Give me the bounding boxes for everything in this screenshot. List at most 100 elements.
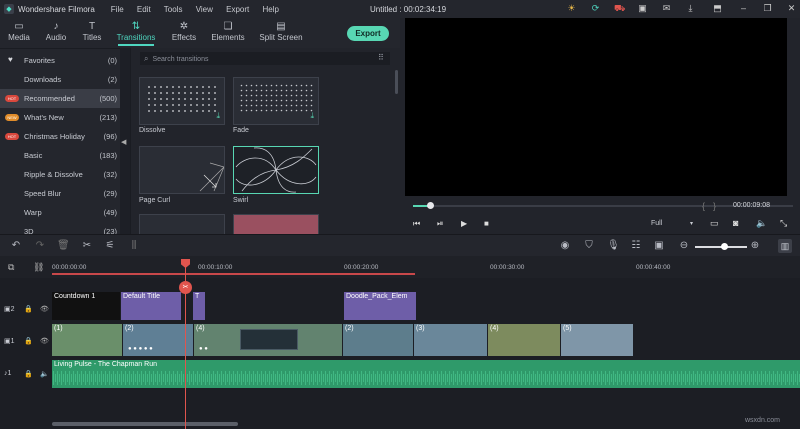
- tips-bulb-icon[interactable]: ☀: [566, 3, 577, 14]
- playhead-scissors-icon[interactable]: ✂: [179, 281, 192, 294]
- clip-audio[interactable]: Living Pulse - The Chapman Run: [52, 360, 800, 388]
- speaker-icon[interactable]: 🔈: [40, 370, 49, 378]
- category-favorites[interactable]: ♥ Favorites (0): [0, 51, 120, 70]
- tab-media[interactable]: ▭ Media: [0, 18, 38, 48]
- category-recommended[interactable]: HOT Recommended (500): [0, 89, 120, 108]
- tab-transitions[interactable]: ⇅ Transitions: [110, 18, 162, 48]
- category-christmas-holiday[interactable]: HOT Christmas Holiday (96): [0, 127, 120, 146]
- delete-icon[interactable]: 🗑: [57, 240, 70, 251]
- transition-thumb-page-curl[interactable]: [139, 146, 225, 194]
- tab-elements[interactable]: ❏ Elements: [206, 18, 250, 48]
- new-badge: NEW: [5, 114, 19, 121]
- mark-in-icon[interactable]: {: [702, 201, 705, 211]
- voiceover-list-icon[interactable]: ☷: [630, 240, 642, 251]
- category-ripple-dissolve[interactable]: Ripple & Dissolve (32): [0, 165, 120, 184]
- message-icon[interactable]: ✉: [661, 3, 672, 14]
- stop-icon[interactable]: ■: [484, 219, 489, 228]
- clip-video-4b[interactable]: (4): [488, 324, 560, 356]
- transition-thumb-partial-1[interactable]: [139, 214, 225, 234]
- transition-thumb-swirl[interactable]: [233, 146, 319, 194]
- mark-out-icon[interactable]: }: [713, 201, 716, 211]
- split-view-icon[interactable]: ▣: [653, 240, 665, 251]
- fullscreen-icon[interactable]: ⤡: [780, 218, 787, 229]
- clip-doodle-pack[interactable]: Doodle_Pack_Elem: [344, 292, 416, 320]
- zoom-slider-handle[interactable]: [721, 243, 728, 250]
- eye-icon[interactable]: 👁: [40, 337, 49, 345]
- tab-split-screen[interactable]: ▤ Split Screen: [250, 18, 312, 48]
- link-icon[interactable]: ⛓: [33, 262, 44, 273]
- watermark-text: wsxdn.com: [745, 417, 781, 424]
- render-icon[interactable]: ◉: [559, 240, 571, 251]
- prev-frame-icon[interactable]: ⏮: [413, 219, 420, 229]
- category-speed-blur[interactable]: Speed Blur (29): [0, 184, 120, 203]
- menu-view[interactable]: View: [196, 5, 213, 14]
- clip-countdown[interactable]: Countdown 1: [52, 292, 120, 320]
- chevron-down-icon[interactable]: ▾: [690, 220, 693, 227]
- category-basic[interactable]: Basic (183): [0, 146, 120, 165]
- lock-icon[interactable]: 🔒: [24, 337, 33, 345]
- undo-icon[interactable]: ↶: [10, 240, 22, 251]
- download-icon[interactable]: ⤓: [216, 111, 220, 121]
- cart-icon[interactable]: ⛟: [614, 3, 625, 14]
- close-icon[interactable]: ✕: [786, 3, 797, 14]
- clip-video-5[interactable]: (5): [561, 324, 633, 356]
- transition-thumb-partial-2[interactable]: [233, 214, 319, 234]
- transition-thumb-fade[interactable]: ⤓: [233, 77, 319, 125]
- tab-audio[interactable]: ♪ Audio: [38, 18, 74, 48]
- playback-slider-handle[interactable]: [427, 202, 434, 209]
- zoom-out-icon[interactable]: ⊖: [678, 240, 690, 251]
- audio-detach-icon[interactable]: ⫼: [128, 240, 140, 251]
- transition-swirl-on-track[interactable]: [240, 329, 298, 350]
- category-warp[interactable]: Warp (49): [0, 203, 120, 222]
- play-reverse-icon[interactable]: ⏯: [437, 219, 443, 229]
- lock-icon[interactable]: 🔒: [24, 305, 33, 313]
- transition-thumb-dissolve[interactable]: ⤓: [139, 77, 225, 125]
- grid-view-icon[interactable]: ⠿: [378, 53, 384, 62]
- microphone-icon[interactable]: 🎙: [607, 240, 620, 251]
- download-icon[interactable]: ⤓: [685, 3, 696, 14]
- import-icon[interactable]: ⬒: [712, 3, 723, 14]
- collapse-panel-arrow-icon[interactable]: ◀: [121, 138, 129, 150]
- split-screen-icon: ▤: [276, 21, 286, 32]
- tab-effects[interactable]: ✲ Effects: [162, 18, 206, 48]
- tab-titles[interactable]: T Titles: [74, 18, 110, 48]
- add-track-icon[interactable]: ⧉: [8, 262, 14, 273]
- menu-file[interactable]: File: [111, 5, 124, 14]
- redo-icon[interactable]: ↷: [34, 240, 46, 251]
- maximize-icon[interactable]: ❐: [762, 3, 773, 14]
- volume-icon[interactable]: 🔈: [756, 218, 767, 229]
- cut-icon[interactable]: ✂: [81, 240, 93, 251]
- menu-tools[interactable]: Tools: [164, 5, 183, 14]
- marker-icon[interactable]: ⛉: [583, 240, 595, 251]
- clip-default-title[interactable]: Default Title: [121, 292, 181, 320]
- download-icon[interactable]: ⤓: [310, 111, 314, 121]
- timeline-panel-icon[interactable]: ▥: [778, 239, 792, 253]
- zoom-in-icon[interactable]: ⊕: [749, 240, 761, 251]
- display-icon[interactable]: ▭: [710, 218, 719, 229]
- clip-video-2b[interactable]: (2): [343, 324, 413, 356]
- category-downloads[interactable]: Downloads (2): [0, 70, 120, 89]
- minimize-icon[interactable]: –: [738, 3, 749, 14]
- export-button[interactable]: Export: [347, 26, 389, 41]
- search-input[interactable]: ⌕ Search transitions: [140, 52, 390, 65]
- account-icon[interactable]: ▣: [637, 3, 648, 14]
- preview-screen: [405, 18, 787, 196]
- play-icon[interactable]: ▶: [461, 219, 467, 228]
- sync-icon[interactable]: ⟳: [590, 3, 601, 14]
- clip-title-small[interactable]: T: [193, 292, 205, 320]
- transition-label-swirl: Swirl: [233, 197, 249, 204]
- category-whats-new[interactable]: NEW What's New (213): [0, 108, 120, 127]
- lock-icon[interactable]: 🔒: [24, 370, 33, 378]
- adjust-icon[interactable]: ⚟: [104, 240, 116, 251]
- clip-video-3[interactable]: (3): [414, 324, 487, 356]
- module-tabs: ▭ Media ♪ Audio T Titles ⇅ Transitions ✲ Effe…: [0, 18, 400, 48]
- menu-export[interactable]: Export: [226, 5, 249, 14]
- eye-icon[interactable]: 👁: [40, 305, 49, 313]
- menu-edit[interactable]: Edit: [137, 5, 151, 14]
- timeline-scrollbar[interactable]: [52, 422, 238, 426]
- menu-help[interactable]: Help: [263, 5, 279, 14]
- panel-scrollbar[interactable]: [395, 70, 398, 94]
- snapshot-camera-icon[interactable]: ◙: [733, 218, 738, 228]
- clip-video-1[interactable]: (1): [52, 324, 122, 356]
- quality-select[interactable]: Full: [651, 220, 662, 227]
